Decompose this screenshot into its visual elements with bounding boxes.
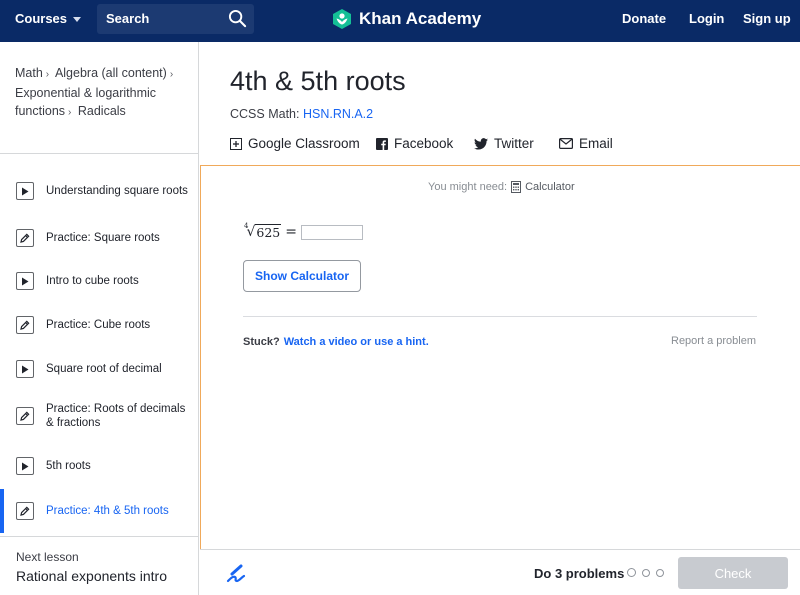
scratchpad-icon[interactable]	[225, 563, 247, 585]
progress-dot	[627, 568, 636, 577]
stuck-label: Stuck?	[243, 336, 280, 348]
lesson-item[interactable]: Understanding square roots	[0, 169, 198, 213]
share-facebook[interactable]: Facebook	[376, 136, 453, 151]
exercise-divider	[243, 316, 757, 317]
chevron-right-icon: ›	[45, 69, 50, 80]
lesson-item-label: Practice: 4th & 5th roots	[46, 505, 169, 517]
problem-count: Do 3 problems	[534, 566, 625, 581]
radicand: 625	[255, 224, 282, 240]
chevron-right-icon: ›	[68, 107, 72, 118]
lesson-item[interactable]: Practice: Roots of decimals & fractions	[0, 389, 198, 443]
search-label: Search	[106, 11, 150, 26]
courses-label: Courses	[15, 11, 68, 26]
facebook-icon	[376, 137, 388, 150]
lesson-item-label: Square root of decimal	[46, 363, 162, 375]
email-label: Email	[579, 136, 613, 151]
tools-needed-label: You might need:	[428, 181, 508, 193]
courses-menu[interactable]: Courses	[15, 11, 82, 26]
khan-leaf-icon	[333, 9, 351, 29]
top-navigation: Courses Search Khan Academy Donate Login…	[0, 0, 800, 42]
ccss-code-link[interactable]: HSN.RN.A.2	[303, 107, 373, 121]
root-index: 4	[244, 222, 249, 230]
ccss-standard: CCSS Math: HSN.RN.A.2	[230, 107, 373, 121]
stuck-hint: Stuck? Watch a video or use a hint.	[243, 336, 429, 348]
login-link[interactable]: Login	[689, 11, 724, 26]
equals-sign: =	[285, 224, 297, 240]
next-lesson-label: Next lesson	[16, 550, 79, 564]
search-icon	[228, 9, 247, 28]
khan-academy-logo[interactable]: Khan Academy	[331, 8, 481, 30]
lesson-item-label: Practice: Square roots	[46, 232, 160, 244]
play-icon	[16, 360, 34, 378]
email-icon	[559, 138, 573, 149]
google-classroom-label: Google Classroom	[248, 136, 360, 151]
breadcrumb-item[interactable]: Math	[15, 66, 43, 80]
page-title: 4th & 5th roots	[230, 66, 406, 96]
chevron-right-icon: ›	[169, 69, 174, 80]
breadcrumb: Math › Algebra (all content) › Exponential…	[15, 64, 187, 122]
google-classroom-icon	[230, 137, 242, 150]
signup-link[interactable]: Sign up	[743, 11, 791, 26]
lesson-item[interactable]: Square root of decimal	[0, 349, 198, 389]
play-icon	[16, 182, 34, 200]
sidebar-divider	[0, 153, 199, 154]
problem-expression: 4 √ 625 =	[244, 222, 363, 240]
donate-link[interactable]: Donate	[622, 11, 666, 26]
lesson-item-label: Intro to cube roots	[46, 275, 139, 287]
pencil-icon	[16, 502, 34, 520]
lesson-sidebar: Math › Algebra (all content) › Exponential…	[0, 42, 199, 595]
play-icon	[16, 272, 34, 290]
next-lesson[interactable]: Next lesson Rational exponents intro	[0, 536, 199, 595]
show-calculator-button[interactable]: Show Calculator	[243, 260, 361, 292]
progress-dot	[656, 569, 664, 577]
lesson-item[interactable]: Practice: Square roots	[0, 218, 198, 258]
breadcrumb-item[interactable]: Radicals	[78, 104, 126, 118]
tools-needed-calculator: Calculator	[525, 181, 575, 193]
pencil-icon	[16, 229, 34, 247]
twitter-label: Twitter	[494, 136, 534, 151]
lesson-item[interactable]: Practice: Cube roots	[0, 305, 198, 345]
next-lesson-title: Rational exponents intro	[16, 568, 167, 584]
play-icon	[16, 457, 34, 475]
lesson-item[interactable]: 5th roots	[0, 446, 198, 486]
progress-dots	[627, 568, 664, 577]
share-google-classroom[interactable]: Google Classroom	[230, 136, 360, 151]
twitter-icon	[474, 137, 488, 150]
lesson-item-label: Understanding square roots	[46, 185, 188, 197]
pencil-icon	[16, 407, 34, 425]
lesson-item[interactable]: Practice: 4th & 5th roots	[0, 489, 198, 533]
lesson-item[interactable]: Intro to cube roots	[0, 261, 198, 301]
pencil-icon	[16, 316, 34, 334]
ccss-prefix: CCSS Math:	[230, 107, 300, 121]
check-button[interactable]: Check	[678, 557, 788, 589]
exercise-panel: You might need: Calculator 4 √ 625 = Sho…	[200, 165, 800, 549]
exercise-footer: Do 3 problems Check	[200, 549, 800, 595]
facebook-label: Facebook	[394, 136, 454, 151]
hint-link[interactable]: Watch a video or use a hint.	[284, 336, 429, 348]
report-problem-link[interactable]: Report a problem	[671, 335, 756, 347]
answer-input[interactable]	[300, 224, 363, 240]
share-email[interactable]: Email	[559, 136, 613, 151]
lesson-item-label: Practice: Cube roots	[46, 319, 151, 331]
chevron-down-icon	[73, 17, 82, 22]
brand-name: Khan Academy	[359, 9, 482, 28]
share-twitter[interactable]: Twitter	[474, 136, 534, 151]
lesson-item-label: 5th roots	[46, 460, 91, 472]
breadcrumb-item[interactable]: Algebra (all content)	[55, 66, 167, 80]
calculator-icon	[511, 181, 522, 193]
tools-needed: You might need: Calculator	[428, 181, 575, 193]
search-box[interactable]: Search	[97, 4, 254, 34]
active-lesson-indicator	[0, 489, 4, 533]
lesson-item-label: Practice: Roots of decimals & fractions	[46, 403, 186, 429]
progress-dot	[642, 569, 650, 577]
